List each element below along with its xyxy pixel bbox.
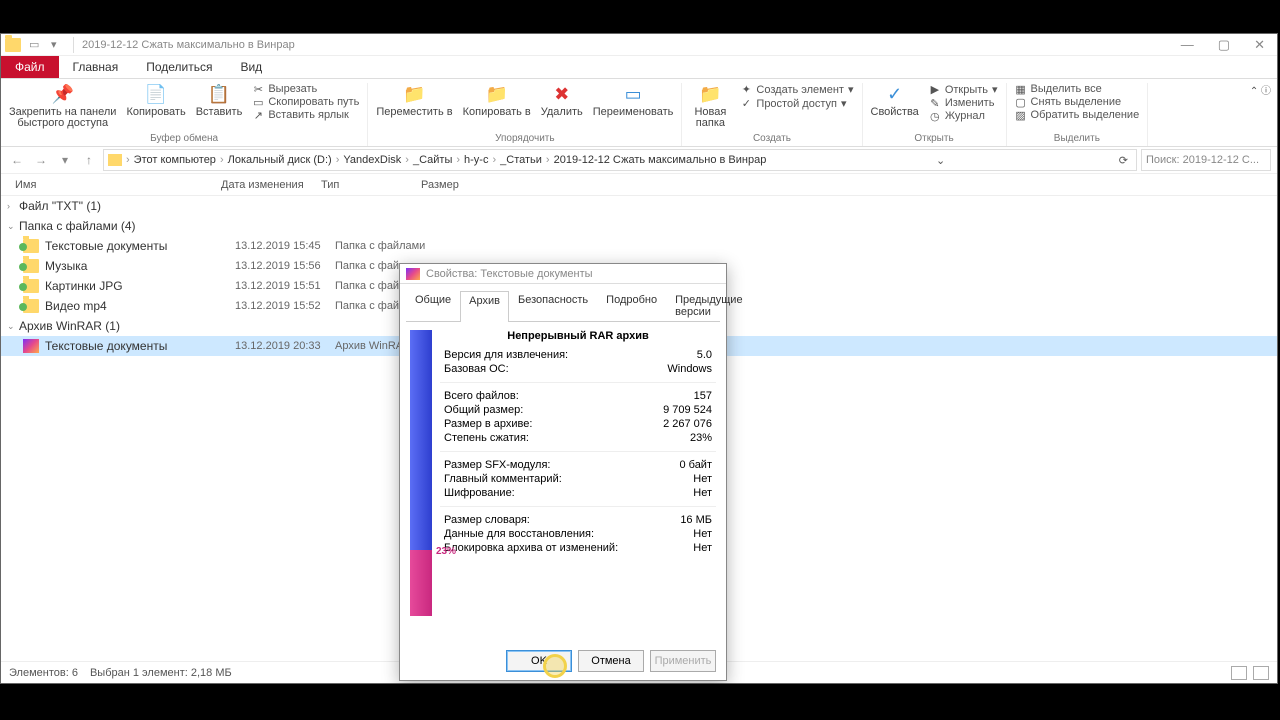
select-none-button[interactable]: ▢Снять выделение xyxy=(1015,96,1140,108)
tab-file[interactable]: Файл xyxy=(1,56,59,78)
ribbon-tabs: Файл Главная Поделиться Вид ⌃ ⓘ xyxy=(1,56,1277,79)
cut-button[interactable]: ✂Вырезать xyxy=(252,83,359,95)
file-row[interactable]: Текстовые документы13.12.2019 15:45Папка… xyxy=(1,236,1277,256)
group-header[interactable]: ⌄Папка с файлами (4) xyxy=(1,216,1277,236)
back-button[interactable]: ← xyxy=(7,150,27,170)
address-bar: ← → ▾ ↑ › Этот компьютер› Локальный диск… xyxy=(1,147,1277,174)
up-button[interactable]: ↑ xyxy=(79,150,99,170)
group-header[interactable]: ›Файл "TXT" (1) xyxy=(1,196,1277,216)
column-headers[interactable]: Имя Дата изменения Тип Размер xyxy=(1,174,1277,196)
paste-shortcut-button[interactable]: ↗Вставить ярлык xyxy=(252,109,359,121)
view-details-icon[interactable] xyxy=(1231,666,1247,680)
minimize-button[interactable]: — xyxy=(1181,37,1194,53)
ratio-bar xyxy=(410,330,432,616)
cancel-button[interactable]: Отмена xyxy=(578,650,644,672)
folder-icon xyxy=(5,38,21,52)
copy-path-button[interactable]: ▭Скопировать путь xyxy=(252,96,359,108)
move-to-button[interactable]: 📁Переместить в xyxy=(376,83,452,118)
rename-button[interactable]: ▭Переименовать xyxy=(593,83,674,118)
tab-archive[interactable]: Архив xyxy=(460,291,509,322)
forward-button[interactable]: → xyxy=(31,150,51,170)
tab-share[interactable]: Поделиться xyxy=(132,56,226,78)
new-item-button[interactable]: ✦Создать элемент ▾ xyxy=(740,83,853,96)
view-thumb-icon[interactable] xyxy=(1253,666,1269,680)
invert-button[interactable]: ▨Обратить выделение xyxy=(1015,109,1140,121)
new-folder-button[interactable]: 📁Новая папка xyxy=(690,83,730,129)
ok-button[interactable]: OK xyxy=(506,650,572,672)
apply-button[interactable]: Применить xyxy=(650,650,716,672)
select-all-button[interactable]: ▦Выделить все xyxy=(1015,83,1140,95)
close-button[interactable]: ✕ xyxy=(1254,37,1265,53)
qat-props-icon[interactable]: ▾ xyxy=(51,38,65,52)
easy-access-button[interactable]: ✓Простой доступ ▾ xyxy=(740,97,853,110)
properties-dialog: Свойства: Текстовые документы Общие Архи… xyxy=(399,263,727,681)
folder-icon xyxy=(23,239,39,253)
dialog-tabs: Общие Архив Безопасность Подробно Предыд… xyxy=(400,284,726,321)
folder-icon xyxy=(23,279,39,293)
rar-icon xyxy=(23,339,39,353)
ratio-label: 23% xyxy=(436,546,456,557)
tab-home[interactable]: Главная xyxy=(59,56,133,78)
copy-to-button[interactable]: 📁Копировать в xyxy=(463,83,531,118)
qat-new-icon[interactable]: ▭ xyxy=(29,38,43,52)
recent-button[interactable]: ▾ xyxy=(55,150,75,170)
pin-button[interactable]: 📌Закрепить на панели быстрого доступа xyxy=(9,83,116,129)
folder-icon xyxy=(108,154,122,166)
tab-previous[interactable]: Предыдущие версии xyxy=(666,290,751,321)
ribbon: 📌Закрепить на панели быстрого доступа 📄К… xyxy=(1,79,1277,147)
history-button[interactable]: ◷Журнал xyxy=(929,110,998,122)
maximize-button[interactable]: ▢ xyxy=(1218,37,1230,53)
folder-icon xyxy=(23,259,39,273)
archive-info: Непрерывный RAR архив Версия для извлече… xyxy=(440,330,716,643)
tab-security[interactable]: Безопасность xyxy=(509,290,597,321)
folder-icon xyxy=(23,299,39,313)
open-button[interactable]: ▶Открыть ▾ xyxy=(929,83,998,96)
tab-general[interactable]: Общие xyxy=(406,290,460,321)
properties-button[interactable]: ✓Свойства xyxy=(871,83,919,118)
dialog-title-bar[interactable]: Свойства: Текстовые документы xyxy=(400,264,726,284)
refresh-button[interactable]: ⟳ xyxy=(1115,154,1132,167)
paste-button[interactable]: 📋Вставить xyxy=(196,83,243,118)
edit-button[interactable]: ✎Изменить xyxy=(929,97,998,109)
title-bar: ▭ ▾ 2019-12-12 Сжать максимально в Винра… xyxy=(1,34,1277,56)
ribbon-toggle[interactable]: ⌃ ⓘ xyxy=(1250,82,1271,97)
dropdown-icon[interactable]: ⌄ xyxy=(932,154,949,167)
copy-button[interactable]: 📄Копировать xyxy=(126,83,185,118)
tab-view[interactable]: Вид xyxy=(226,56,276,78)
tab-details[interactable]: Подробно xyxy=(597,290,666,321)
rar-icon xyxy=(406,268,420,280)
delete-button[interactable]: ✖Удалить xyxy=(541,83,583,118)
search-input[interactable]: Поиск: 2019-12-12 С... xyxy=(1141,149,1271,171)
breadcrumbs[interactable]: › Этот компьютер› Локальный диск (D:)› Y… xyxy=(103,149,1137,171)
divider xyxy=(73,37,74,53)
window-title: 2019-12-12 Сжать максимально в Винрар xyxy=(82,39,295,51)
